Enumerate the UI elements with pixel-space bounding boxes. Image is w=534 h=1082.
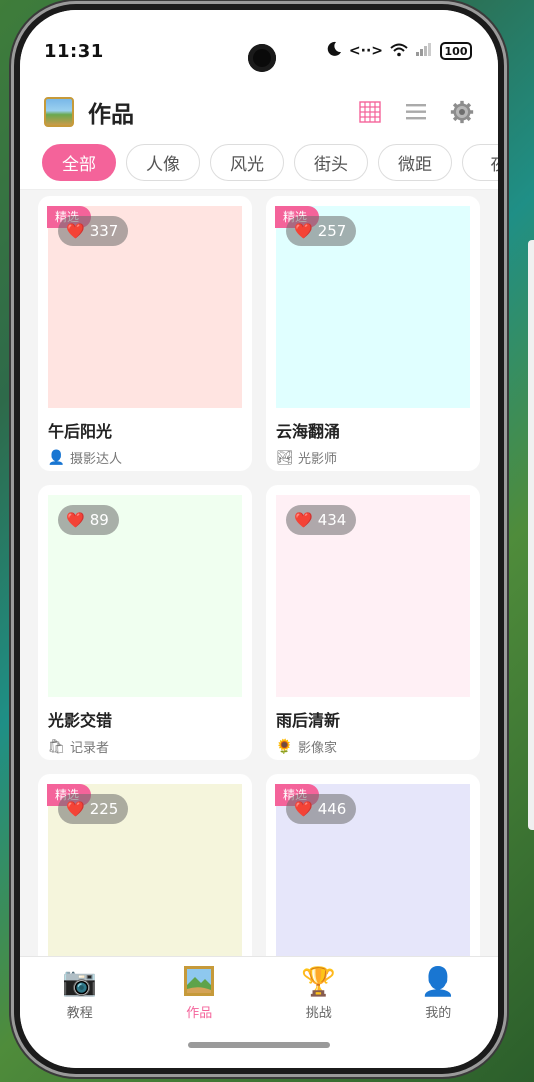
status-icons: <··> 100 (326, 29, 472, 61)
work-title: 云海翻涌 (276, 422, 341, 441)
work-card[interactable]: ❤️ 89 光影交错 🛍 记录者 (38, 485, 252, 760)
heart-icon: ❤️ (294, 800, 313, 818)
side-panel-edge (528, 240, 534, 830)
work-author[interactable]: 🏞 光影师 (275, 448, 470, 468)
work-photo[interactable]: ❤️ 89 (48, 495, 242, 697)
heart-icon: ❤️ (294, 511, 313, 529)
work-photo[interactable]: 精选 ❤️ 337 (47, 206, 242, 408)
likes-count: 446 (317, 800, 347, 818)
wifi-icon (390, 42, 408, 61)
user-icon: 👤 (420, 964, 456, 998)
nav-label: 我的 (425, 1006, 452, 1021)
work-title: 光影交错 (48, 711, 113, 730)
author-name: 记录者 (70, 741, 110, 756)
status-bar: 11:31 <··> 100 (20, 10, 498, 80)
nav-label: 教程 (66, 1006, 93, 1021)
likes-count: 434 (317, 511, 347, 529)
likes-count: 337 (89, 222, 119, 240)
likes-count: 257 (317, 222, 347, 240)
work-card[interactable]: ❤️ 434 雨后清新 🌻 影像家 (266, 485, 480, 760)
works-grid: 精选 ❤️ 337 午后阳光 👤 摄影达人 精选 ❤️ (38, 196, 482, 1049)
author-name: 摄影达人 (70, 452, 123, 467)
nav-label: 作品 (186, 1006, 213, 1021)
work-author[interactable]: 👤 摄影达人 (47, 448, 242, 468)
home-indicator[interactable] (188, 1042, 330, 1048)
likes-counter[interactable]: ❤️ 337 (58, 216, 129, 246)
grid-view-icon[interactable] (358, 100, 382, 124)
app-header: 作品 (20, 80, 498, 144)
status-time: 11:31 (44, 40, 104, 62)
heart-icon: ❤️ (66, 222, 85, 240)
work-title: 雨后清新 (276, 711, 341, 730)
heart-icon: ❤️ (66, 800, 85, 818)
likes-counter[interactable]: ❤️ 89 (58, 505, 119, 535)
tab-macro[interactable]: 微距 (378, 144, 452, 181)
nav-works[interactable]: 作品 (140, 964, 260, 1021)
app-screen: 11:31 <··> 100 作品 全部 人像 风光 街头 微距 ❤️ 337 … (20, 10, 498, 1068)
data-transfer-icon: <··> (348, 43, 383, 59)
signal-icon (415, 41, 433, 61)
trophy-icon: 🏆 (301, 964, 337, 998)
author-name: 光影师 (298, 452, 338, 467)
nav-tutorial[interactable]: 📷 教程 (20, 964, 140, 1022)
avatar-icon: 🛍 (47, 738, 66, 755)
nav-label: 挑战 (305, 1006, 332, 1021)
page-title: 作品 (88, 102, 134, 128)
likes-counter[interactable]: ❤️ 446 (286, 794, 357, 824)
likes-counter[interactable]: ❤️ 434 (286, 505, 357, 535)
likes-count: 89 (89, 511, 109, 529)
work-card[interactable]: 精选 ❤️ 257 云海翻涌 🏞 光影师 (266, 196, 480, 471)
battery-icon: 100 (440, 42, 472, 60)
tab-street[interactable]: 街头 (294, 144, 368, 181)
avatar-icon: 👤 (47, 449, 66, 466)
avatar-icon: 🏞 (275, 449, 294, 466)
front-camera (248, 44, 276, 72)
likes-counter[interactable]: ❤️ 225 (58, 794, 129, 824)
tab-landscape[interactable]: 风光 (210, 144, 284, 181)
work-author[interactable]: 🌻 影像家 (275, 737, 470, 757)
work-title: 午后阳光 (48, 422, 113, 441)
phone-frame: 11:31 <··> 100 作品 全部 人像 风光 街头 微距 ❤️ 337 … (14, 4, 504, 1074)
list-view-icon[interactable] (404, 100, 428, 124)
home-indicator-area (20, 1028, 498, 1068)
tab-portrait[interactable]: 人像 (126, 144, 200, 181)
header-actions (358, 100, 474, 124)
category-tabs: 全部 人像 风光 街头 微距 夜 (20, 144, 498, 190)
heart-icon: ❤️ (294, 222, 313, 240)
work-photo[interactable]: ❤️ 434 (276, 495, 470, 697)
tab-night[interactable]: 夜 (462, 144, 498, 181)
gear-icon[interactable] (450, 100, 474, 124)
work-photo[interactable]: 精选 ❤️ 257 (275, 206, 470, 408)
bottom-nav: 📷 教程 作品 🏆 挑战 👤 我的 (20, 956, 498, 1028)
landscape-picture-icon (182, 964, 216, 998)
nav-challenge[interactable]: 🏆 挑战 (259, 964, 379, 1022)
moon-icon (326, 41, 342, 61)
work-author[interactable]: 🛍 记录者 (47, 737, 242, 757)
heart-icon: ❤️ (66, 511, 85, 529)
work-card[interactable]: 精选 ❤️ 337 午后阳光 👤 摄影达人 (38, 196, 252, 471)
landscape-picture-icon (44, 97, 74, 127)
author-name: 影像家 (298, 741, 338, 756)
avatar-icon: 🌻 (275, 738, 294, 755)
camera-icon: 📷 (62, 964, 98, 998)
tab-all[interactable]: 全部 (42, 144, 116, 181)
likes-count: 225 (89, 800, 119, 818)
nav-mine[interactable]: 👤 我的 (379, 964, 499, 1022)
likes-counter[interactable]: ❤️ 257 (286, 216, 357, 246)
